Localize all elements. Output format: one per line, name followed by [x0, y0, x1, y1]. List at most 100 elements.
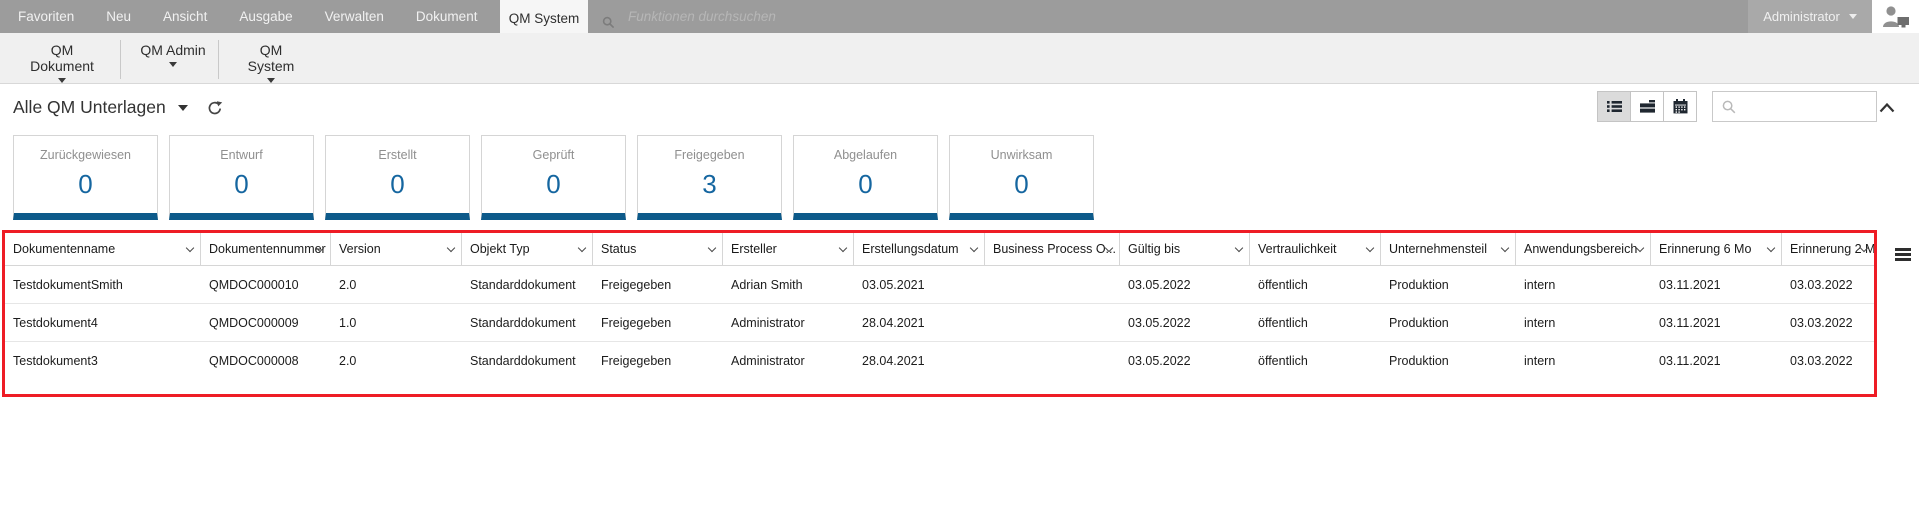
table-cell — [985, 342, 1120, 380]
column-header-3[interactable]: Objekt Typ — [462, 233, 593, 265]
column-header-label: Erinnerung 6 Mo — [1659, 242, 1751, 256]
menu-item-neu[interactable]: Neu — [106, 9, 131, 24]
chevron-down-icon[interactable] — [447, 244, 455, 252]
column-header-11[interactable]: Anwendungsbereich — [1516, 233, 1651, 265]
detail-view-icon — [1640, 99, 1655, 114]
table-cell: Produktion — [1381, 266, 1516, 303]
status-card-3[interactable]: Geprüft0 — [481, 135, 626, 220]
column-header-12[interactable]: Erinnerung 6 Mo — [1651, 233, 1782, 265]
chevron-down-icon[interactable] — [839, 244, 847, 252]
status-card-label: Geprüft — [482, 148, 625, 162]
column-header-0[interactable]: Dokumentenname — [5, 233, 201, 265]
column-header-label: Vertraulichkeit — [1258, 242, 1337, 256]
column-header-13[interactable]: Erinnerung 2 Mo — [1782, 233, 1874, 265]
column-header-label: Dokumentenname — [13, 242, 115, 256]
table-cell: öffentlich — [1250, 342, 1381, 380]
chevron-down-icon[interactable] — [186, 244, 194, 252]
collapse-button[interactable] — [1879, 100, 1895, 118]
status-card-count: 0 — [326, 169, 469, 200]
user-menu[interactable]: Administrator — [1748, 0, 1872, 33]
status-card-count: 0 — [950, 169, 1093, 200]
caret-down-icon — [169, 62, 177, 67]
column-header-label: Status — [601, 242, 636, 256]
column-header-8[interactable]: Gültig bis — [1120, 233, 1250, 265]
status-card-2[interactable]: Erstellt0 — [325, 135, 470, 220]
refresh-button[interactable] — [206, 99, 224, 117]
view-selector[interactable]: Alle QM Unterlagen — [13, 97, 224, 118]
chevron-down-icon[interactable] — [1501, 244, 1509, 252]
column-chooser-button[interactable] — [1895, 248, 1911, 263]
chevron-down-icon[interactable] — [1767, 244, 1775, 252]
status-card-6[interactable]: Unwirksam 0 — [949, 135, 1094, 220]
table-cell: Administrator — [723, 304, 854, 341]
status-card-0[interactable]: Zurückgewiesen0 — [13, 135, 158, 220]
table-row-2[interactable]: Testdokument3QMDOC0000082.0Standarddokum… — [5, 342, 1874, 380]
ribbon-item-qm-admin[interactable]: QM Admin — [140, 42, 206, 67]
ribbon-item-label: QM Admin — [140, 42, 205, 58]
status-card-1[interactable]: Entwurf0 — [169, 135, 314, 220]
column-header-10[interactable]: Unternehmensteil — [1381, 233, 1516, 265]
table-cell: TestdokumentSmith — [5, 266, 201, 303]
table-cell: 03.03.2022 — [1782, 342, 1874, 380]
column-header-9[interactable]: Vertraulichkeit — [1250, 233, 1381, 265]
hamburger-icon — [1895, 248, 1911, 251]
column-header-1[interactable]: Dokumentennummer — [201, 233, 331, 265]
table-cell: 03.11.2021 — [1651, 266, 1782, 303]
column-header-label: Business Process O... — [993, 242, 1116, 256]
chevron-down-icon[interactable] — [578, 244, 586, 252]
column-header-label: Gültig bis — [1128, 242, 1180, 256]
grid-header: Dokumentenname DokumentennummerVersionObj… — [5, 233, 1874, 266]
status-card-count: 0 — [794, 169, 937, 200]
table-cell: intern — [1516, 266, 1651, 303]
list-view-icon — [1607, 99, 1622, 114]
chevron-down-icon[interactable] — [1366, 244, 1374, 252]
table-cell: Testdokument3 — [5, 342, 201, 380]
menu-item-ausgabe[interactable]: Ausgabe — [239, 9, 292, 24]
status-card-count: 0 — [170, 169, 313, 200]
user-menu-label: Administrator — [1763, 9, 1840, 24]
column-header-7[interactable]: Business Process O... — [985, 233, 1120, 265]
ribbon-divider — [218, 40, 219, 79]
column-header-5[interactable]: Ersteller — [723, 233, 854, 265]
list-view-button[interactable] — [1597, 91, 1631, 122]
column-header-2[interactable]: Version — [331, 233, 462, 265]
tab-qm-system[interactable]: QM System — [500, 0, 588, 37]
status-card-count: 3 — [638, 169, 781, 200]
table-cell: QMDOC000008 — [201, 342, 331, 380]
status-card-label: Abgelaufen — [794, 148, 937, 162]
status-card-4[interactable]: Freigegeben 3 — [637, 135, 782, 220]
menu-item-favoriten[interactable]: Favoriten — [18, 9, 74, 24]
highlight-box: Dokumentenname DokumentennummerVersionObj… — [2, 230, 1877, 397]
table-cell: 28.04.2021 — [854, 304, 985, 341]
chevron-down-icon[interactable] — [970, 244, 978, 252]
ribbon-item-qm-system[interactable]: QM System — [235, 42, 307, 83]
chevron-down-icon[interactable] — [1235, 244, 1243, 252]
ribbon-divider — [120, 40, 121, 79]
table-row-1[interactable]: Testdokument4QMDOC0000091.0Standarddokum… — [5, 304, 1874, 342]
menu-item-dokument[interactable]: Dokument — [416, 9, 478, 24]
status-card-label: Freigegeben — [638, 148, 781, 162]
status-card-5[interactable]: Abgelaufen 0 — [793, 135, 938, 220]
status-card-label: Unwirksam — [950, 148, 1093, 162]
view-mode-toggle — [1597, 91, 1697, 122]
grid-search-input[interactable] — [1743, 92, 1871, 121]
function-search-input[interactable] — [626, 0, 946, 33]
ribbon-item-qm-dokument[interactable]: QM Dokument — [18, 42, 106, 83]
chevron-down-icon[interactable] — [708, 244, 716, 252]
menu-item-verwalten[interactable]: Verwalten — [325, 9, 384, 24]
avatar[interactable] — [1872, 0, 1919, 33]
column-header-label: Ersteller — [731, 242, 777, 256]
table-cell: Produktion — [1381, 342, 1516, 380]
detail-view-button[interactable] — [1630, 91, 1664, 122]
menu-item-ansicht[interactable]: Ansicht — [163, 9, 207, 24]
table-cell: Standarddokument — [462, 304, 593, 341]
ribbon-item-label: QM System — [248, 42, 295, 74]
column-header-6[interactable]: Erstellungsdatum — [854, 233, 985, 265]
table-cell: öffentlich — [1250, 266, 1381, 303]
table-cell: Standarddokument — [462, 342, 593, 380]
calendar-view-button[interactable] — [1663, 91, 1697, 122]
column-header-4[interactable]: Status — [593, 233, 723, 265]
table-row-0[interactable]: TestdokumentSmithQMDOC0000102.0Standardd… — [5, 266, 1874, 304]
search-icon — [602, 16, 615, 34]
user-avatar-icon — [1882, 4, 1910, 29]
